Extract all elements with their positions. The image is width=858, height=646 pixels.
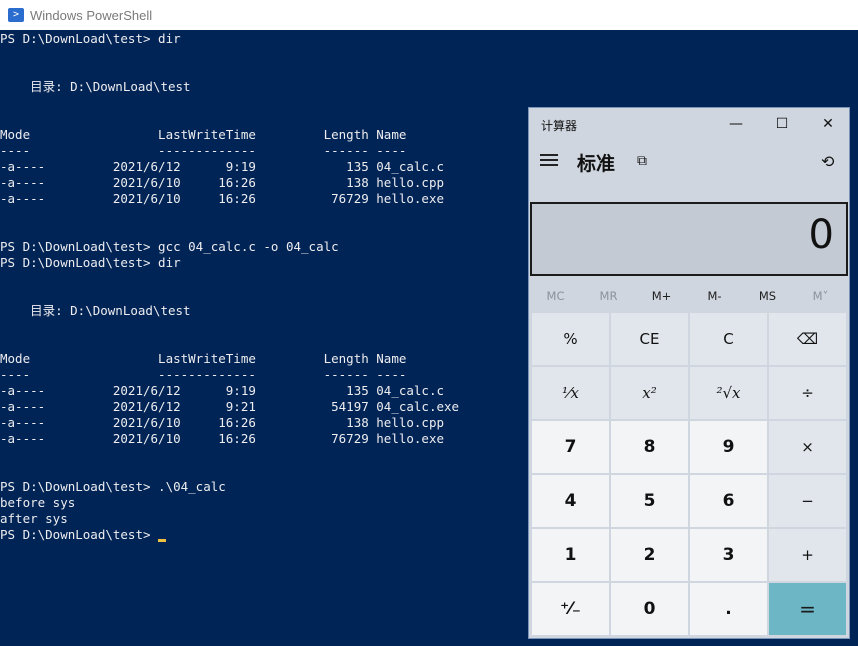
minimize-button[interactable]: — (713, 108, 759, 140)
digit-5-button[interactable]: 5 (611, 475, 688, 527)
reciprocal-button[interactable]: ¹⁄x (532, 367, 609, 419)
key-label: + (801, 546, 814, 564)
maximize-button[interactable]: ☐ (759, 108, 805, 140)
key-label: 7 (564, 437, 577, 457)
key-label: = (799, 597, 816, 621)
digit-4-button[interactable]: 4 (532, 475, 609, 527)
multiply-button[interactable]: × (769, 421, 846, 473)
key-label: ÷ (801, 384, 814, 402)
digit-2-button[interactable]: 2 (611, 529, 688, 581)
square-button[interactable]: x² (611, 367, 688, 419)
key-label: 2 (643, 545, 656, 565)
calculator-window[interactable]: 计算器 — ☐ ✕ 标准 ⧉ ⟲ 0 MC MR M+ M- MS M˅ % CE C ⌫ ¹⁄x… (528, 107, 850, 639)
window-title: Windows PowerShell (30, 7, 153, 23)
console-line: PS D:\DownLoad\test> dir (0, 255, 181, 270)
memory-button[interactable]: M- (688, 284, 741, 308)
percent-button[interactable]: % (532, 313, 609, 365)
key-label: − (801, 492, 814, 510)
prompt-line[interactable]: PS D:\DownLoad\test> (0, 527, 167, 543)
console-line: 目录: D:\DownLoad\test (0, 79, 191, 94)
text-cursor (158, 539, 167, 542)
key-label: CE (639, 330, 660, 348)
console-line: Mode LastWriteTime Length Name (0, 127, 407, 142)
calculator-header: 标准 ⧉ ⟲ (529, 142, 849, 186)
backspace-button[interactable]: ⌫ (769, 313, 846, 365)
plus-button[interactable]: + (769, 529, 846, 581)
console-line: 目录: D:\DownLoad\test (0, 303, 191, 318)
console-line: -a---- 2021/6/10 16:26 138 hello.cpp (0, 175, 445, 190)
console-line: before sys (0, 495, 76, 510)
memory-button[interactable]: MC (529, 284, 582, 308)
memory-button[interactable]: MR (582, 284, 635, 308)
console-line: -a---- 2021/6/10 16:26 76729 hello.exe (0, 431, 445, 446)
key-label: ¹⁄x (562, 384, 579, 402)
key-label: x² (642, 384, 657, 402)
key-label: C (723, 330, 734, 348)
console-line: -a---- 2021/6/10 16:26 76729 hello.exe (0, 191, 445, 206)
close-icon: ✕ (822, 116, 834, 132)
console-line: -a---- 2021/6/10 16:26 138 hello.cpp (0, 415, 445, 430)
console-line: PS D:\DownLoad\test> dir (0, 31, 181, 46)
key-label: 5 (643, 491, 656, 511)
console-line: ---- ------------- ------ ---- (0, 367, 407, 382)
calculator-title: 计算器 (541, 119, 578, 133)
key-label: ²√x (716, 384, 741, 402)
powershell-icon: > (8, 8, 24, 22)
digit-1-button[interactable]: 1 (532, 529, 609, 581)
memory-button[interactable]: MS (741, 284, 794, 308)
digit-6-button[interactable]: 6 (690, 475, 767, 527)
key-label: . (725, 599, 732, 619)
console-line: -a---- 2021/6/12 9:21 54197 04_calc.exe (0, 399, 460, 414)
calculator-titlebar[interactable]: 计算器 — ☐ ✕ (529, 108, 849, 140)
key-label: × (801, 438, 814, 456)
decimal-button[interactable]: . (690, 583, 767, 635)
key-label: 3 (722, 545, 735, 565)
minimize-icon: — (729, 116, 743, 132)
key-label: 1 (564, 545, 577, 565)
memory-row: MC MR M+ M- MS M˅ (529, 284, 849, 308)
maximize-icon: ☐ (775, 116, 789, 132)
key-label: 4 (564, 491, 577, 511)
digit-7-button[interactable]: 7 (532, 421, 609, 473)
console-line: Mode LastWriteTime Length Name (0, 351, 407, 366)
prompt-text: PS D:\DownLoad\test> (0, 527, 159, 542)
equals-button[interactable]: = (769, 583, 846, 635)
divide-button[interactable]: ÷ (769, 367, 846, 419)
hamburger-icon[interactable] (540, 152, 558, 168)
key-label: 9 (722, 437, 735, 457)
memory-button[interactable]: M+ (635, 284, 688, 308)
console-line: -a---- 2021/6/12 9:19 135 04_calc.c (0, 383, 445, 398)
key-label: ⌫ (796, 330, 819, 348)
console-line: PS D:\DownLoad\test> .\04_calc (0, 479, 226, 494)
key-label: % (563, 330, 578, 348)
key-label: ⁺⁄₋ (560, 599, 581, 619)
keypad: % CE C ⌫ ¹⁄x x² ²√x ÷ 7 8 9 × 4 5 6 − 1 2 3 + ⁺⁄₋ 0. = (532, 313, 848, 637)
key-label: 0 (643, 599, 656, 619)
negate-button[interactable]: ⁺⁄₋ (532, 583, 609, 635)
console-line: PS D:\DownLoad\test> gcc 04_calc.c -o 04… (0, 239, 339, 254)
digit-0-button[interactable]: 0 (611, 583, 688, 635)
digit-9-button[interactable]: 9 (690, 421, 767, 473)
history-icon[interactable]: ⟲ (821, 152, 834, 171)
display-value: 0 (808, 212, 834, 258)
mode-title: 标准 (577, 153, 616, 175)
clear-button[interactable]: C (690, 313, 767, 365)
console-line: ---- ------------- ------ ---- (0, 143, 407, 158)
close-button[interactable]: ✕ (805, 108, 851, 140)
key-label: 6 (722, 491, 735, 511)
digit-3-button[interactable]: 3 (690, 529, 767, 581)
key-label: 8 (643, 437, 656, 457)
clear-entry-button[interactable]: CE (611, 313, 688, 365)
powershell-titlebar[interactable]: > Windows PowerShell (0, 0, 858, 30)
console-line: -a---- 2021/6/12 9:19 135 04_calc.c (0, 159, 445, 174)
square-root-button[interactable]: ²√x (690, 367, 767, 419)
keep-on-top-icon[interactable]: ⧉ (637, 153, 647, 169)
digit-8-button[interactable]: 8 (611, 421, 688, 473)
memory-button[interactable]: M˅ (794, 284, 847, 308)
minus-button[interactable]: − (769, 475, 846, 527)
console-line: after sys (0, 511, 68, 526)
result-display: 0 (530, 202, 848, 276)
